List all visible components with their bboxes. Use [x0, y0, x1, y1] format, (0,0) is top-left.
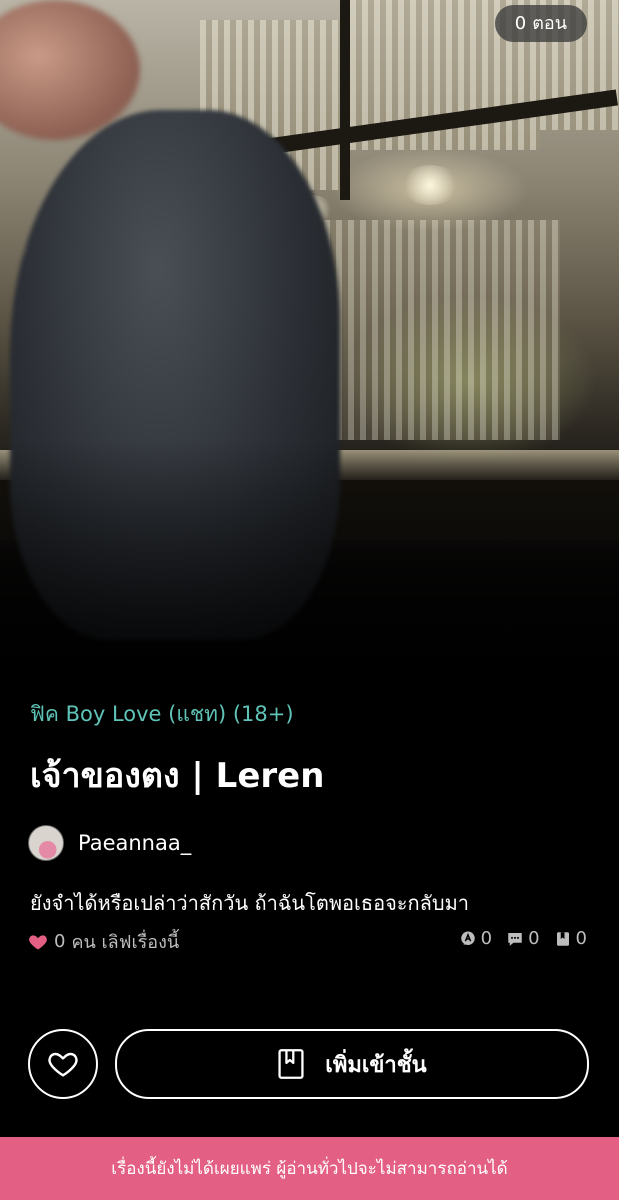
review-icon	[460, 931, 475, 945]
story-stats: 0 0 0	[459, 928, 587, 949]
comment-count: 0	[528, 928, 540, 949]
episode-count-badge: 0 ตอน	[494, 5, 587, 42]
cover-image	[0, 0, 619, 700]
heart-icon	[29, 934, 47, 949]
bookmark-icon	[556, 931, 569, 946]
comment-stat: 0	[506, 928, 540, 949]
love-count-row: 0 คน เลิฟเรื่องนี้	[28, 927, 179, 956]
unpublished-notice: เรื่องนี้ยังไม่ได้เผยแพร่ ผู้อ่านทั่วไปจ…	[0, 1137, 619, 1200]
author-avatar[interactable]	[28, 825, 64, 861]
review-stat: 0	[459, 928, 492, 949]
story-tagline: ยังจำได้หรือเปล่าว่าสักวัน ถ้าฉันโตพอเธอ…	[30, 891, 470, 915]
episode-count: 0	[514, 13, 527, 34]
save-count: 0	[575, 928, 587, 949]
save-stat: 0	[554, 928, 587, 949]
love-count: 0	[54, 931, 66, 952]
love-button[interactable]	[28, 1029, 98, 1099]
book-icon	[278, 1049, 304, 1079]
heart-outline-icon	[48, 1052, 78, 1077]
comment-icon	[508, 932, 522, 946]
episode-unit: ตอน	[532, 13, 567, 34]
genre-label[interactable]: ฟิค Boy Love (แชท) (18+)	[30, 698, 294, 731]
add-to-shelf-label: เพิ่มเข้าชั้น	[325, 1052, 427, 1078]
love-label: คน เลิฟเรื่องนี้	[71, 932, 180, 953]
author-row[interactable]: Paeannaa_	[28, 825, 191, 861]
review-count: 0	[480, 928, 493, 949]
story-title: เจ้าของตง | Leren	[30, 756, 325, 796]
add-to-shelf-button[interactable]: เพิ่มเข้าชั้น	[115, 1029, 589, 1099]
unpublished-notice-text: เรื่องนี้ยังไม่ได้เผยแพร่ ผู้อ่านทั่วไปจ…	[111, 1159, 508, 1179]
author-name[interactable]: Paeannaa_	[78, 831, 191, 855]
